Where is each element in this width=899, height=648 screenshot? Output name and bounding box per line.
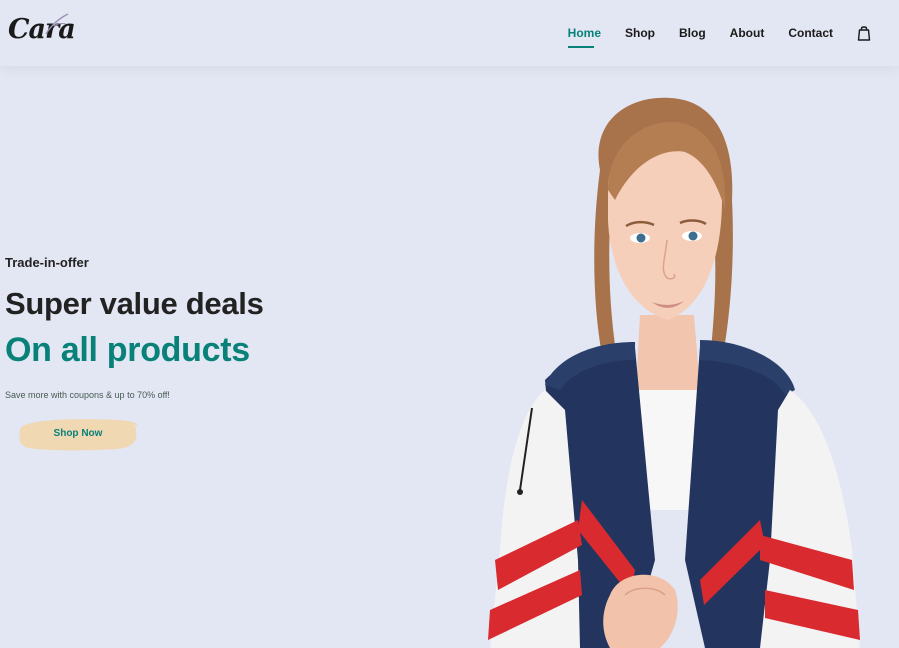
nav-blog[interactable]: Blog	[679, 22, 706, 44]
hero-description: Save more with coupons & up to 70% off!	[5, 390, 170, 400]
hero-eyebrow: Trade-in-offer	[5, 255, 89, 270]
shopping-bag-icon[interactable]	[857, 25, 871, 41]
page: Cara Home Shop Blog About Contact Trade-…	[0, 0, 899, 648]
main-nav: Home Shop Blog About Contact	[544, 0, 899, 66]
nav-about[interactable]: About	[730, 22, 765, 44]
shop-now-button[interactable]: Shop Now	[17, 416, 139, 452]
nav-contact[interactable]: Contact	[788, 22, 833, 44]
hero-subtitle: On all products	[5, 331, 250, 369]
brand-logo[interactable]: Cara	[6, 12, 76, 52]
nav-home[interactable]: Home	[567, 22, 601, 48]
nav-shop[interactable]: Shop	[625, 22, 655, 44]
hero-title: Super value deals	[5, 286, 264, 321]
site-header: Cara Home Shop Blog About Contact	[0, 0, 899, 66]
logo-accent-icon	[45, 13, 69, 35]
hero-section: Trade-in-offer Super value deals On all …	[5, 255, 264, 452]
shop-now-label: Shop Now	[53, 428, 103, 439]
hero-model-image	[488, 97, 860, 648]
